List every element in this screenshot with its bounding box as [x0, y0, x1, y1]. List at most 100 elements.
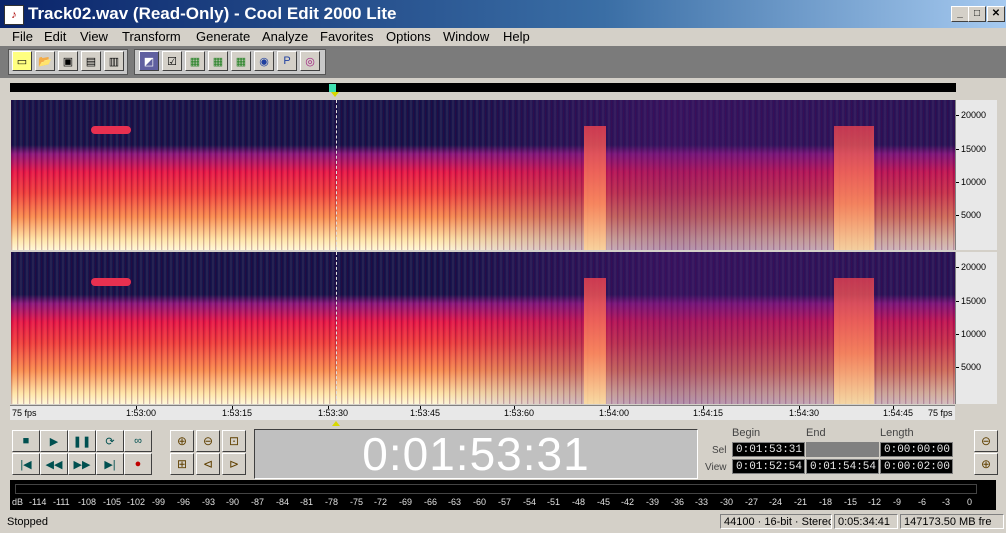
menu-help[interactable]: Help: [503, 28, 530, 46]
play-button[interactable]: ▶: [40, 430, 68, 452]
zoom-in-vertical-icon[interactable]: ⊕: [974, 453, 998, 475]
hz-label: 15000: [961, 296, 987, 306]
sel-length-field[interactable]: 0:00:00:00: [880, 442, 953, 457]
toolbar: ▭ 📂 ▣ ▤ ▥ ◩ ☑ ▦ ▦ ▦ ◉ P ◎: [0, 46, 1006, 78]
save-icon[interactable]: ▣: [58, 51, 78, 71]
record-button[interactable]: ●: [124, 453, 152, 475]
play-to-end-button[interactable]: ⟳: [96, 430, 124, 452]
spectrogram-channel-right[interactable]: [11, 252, 955, 404]
hz-tick: [956, 182, 959, 183]
menu-window[interactable]: Window: [443, 28, 489, 46]
sel-end-field[interactable]: [806, 442, 879, 457]
time-label: 75 fps: [928, 408, 953, 418]
view-length-field[interactable]: 0:00:02:00: [880, 459, 953, 474]
time-ruler[interactable]: 75 fps 1:53:00 1:53:15 1:53:30 1:53:45 1…: [10, 405, 955, 420]
rewind-button[interactable]: ◀◀: [40, 453, 68, 475]
zoom-out-vertical-icon[interactable]: ⊖: [974, 430, 998, 452]
menu-generate[interactable]: Generate: [196, 28, 250, 46]
zoom-out-horizontal-icon[interactable]: ⊖: [196, 430, 220, 452]
go-to-end-button[interactable]: ▶|: [96, 453, 124, 475]
hz-tick: [956, 301, 959, 302]
time-label: 1:53:60: [504, 408, 535, 418]
spectrogram-channel-left[interactable]: [11, 100, 955, 250]
zoom-right-icon[interactable]: ⊳: [222, 453, 246, 475]
page-icon[interactable]: P: [277, 51, 297, 71]
zoom-left-icon[interactable]: ⊲: [196, 453, 220, 475]
time-label: 1:53:45: [410, 408, 441, 418]
db-label: -78: [325, 497, 339, 507]
db-label: -18: [819, 497, 833, 507]
app-icon[interactable]: ♪: [4, 5, 24, 25]
view-begin-field[interactable]: 0:01:52:54: [732, 459, 805, 474]
db-label: -60: [473, 497, 487, 507]
go-to-start-button[interactable]: |◀: [12, 453, 40, 475]
playlist-icon[interactable]: ◎: [300, 51, 320, 71]
stop-button[interactable]: ■: [12, 430, 40, 452]
grid-icon[interactable]: ▦: [208, 51, 228, 71]
edit-icon[interactable]: ☑: [162, 51, 182, 71]
zoom-selection-icon[interactable]: ⊞: [170, 453, 194, 475]
db-label: dB: [12, 497, 24, 507]
db-label: -66: [424, 497, 438, 507]
hz-label: 5000: [961, 362, 982, 372]
maximize-button[interactable]: □: [968, 6, 986, 22]
current-time: 0:01:53:31: [362, 428, 590, 480]
hz-label: 15000: [961, 144, 987, 154]
pause-button[interactable]: ❚❚: [68, 430, 96, 452]
zoom-full-icon[interactable]: ⊡: [222, 430, 246, 452]
db-label: -81: [300, 497, 314, 507]
loop-button[interactable]: ∞: [124, 430, 152, 452]
db-label: -63: [448, 497, 462, 507]
menu-favorites[interactable]: Favorites: [320, 28, 373, 46]
new-file-icon[interactable]: ▭: [12, 51, 32, 71]
menu-analyze[interactable]: Analyze: [262, 28, 308, 46]
view-end-field[interactable]: 0:01:54:54: [806, 459, 879, 474]
playhead-cursor[interactable]: [336, 252, 337, 404]
db-label: -93: [202, 497, 216, 507]
db-label: -42: [621, 497, 635, 507]
save-as-icon[interactable]: ▤: [81, 51, 101, 71]
playhead-marker-bottom[interactable]: [332, 421, 340, 426]
fast-forward-button[interactable]: ▶▶: [68, 453, 96, 475]
menu-transform[interactable]: Transform: [122, 28, 181, 46]
db-label: -33: [695, 497, 709, 507]
menu-file[interactable]: File: [12, 28, 33, 46]
window-title: Track02.wav (Read-Only) - Cool Edit 2000…: [28, 4, 397, 23]
hz-tick: [956, 367, 959, 368]
time-label: 75 fps: [12, 408, 37, 418]
db-label: -6: [918, 497, 927, 507]
zoom-in-horizontal-icon[interactable]: ⊕: [170, 430, 194, 452]
cd-icon[interactable]: ◉: [254, 51, 274, 71]
db-label: -57: [498, 497, 512, 507]
db-label: -36: [671, 497, 685, 507]
spectral-view-icon[interactable]: ◩: [139, 51, 159, 71]
frequency-ruler-left: 20000 15000 10000 5000: [955, 100, 997, 250]
db-label: -99: [152, 497, 166, 507]
playhead-marker-top[interactable]: [331, 92, 339, 97]
db-label: -102: [127, 497, 146, 507]
sel-begin-field[interactable]: 0:01:53:31: [732, 442, 805, 457]
hz-label: 10000: [961, 177, 987, 187]
close-button[interactable]: ✕: [987, 6, 1005, 22]
db-label: -3: [942, 497, 951, 507]
spectral-transient: [584, 278, 606, 404]
overview-view-marker[interactable]: [329, 84, 336, 92]
frequency-ruler-right: 20000 15000 10000 5000: [955, 252, 997, 404]
db-label: -48: [572, 497, 586, 507]
overview-bar[interactable]: [10, 83, 956, 92]
playhead-cursor[interactable]: [336, 100, 337, 250]
db-label: -45: [597, 497, 611, 507]
time-label: 1:53:15: [222, 408, 253, 418]
close-file-icon[interactable]: ▥: [104, 51, 124, 71]
minimize-button[interactable]: _: [951, 6, 969, 22]
menu-options[interactable]: Options: [386, 28, 431, 46]
menu-edit[interactable]: Edit: [44, 28, 66, 46]
grid-icon[interactable]: ▦: [185, 51, 205, 71]
open-file-icon[interactable]: 📂: [35, 51, 55, 71]
time-label: 1:53:00: [126, 408, 157, 418]
hz-tick: [956, 334, 959, 335]
menu-view[interactable]: View: [80, 28, 108, 46]
grid-icon[interactable]: ▦: [231, 51, 251, 71]
file-duration: 0:05:34:41: [834, 514, 898, 529]
length-header: Length: [880, 427, 914, 439]
